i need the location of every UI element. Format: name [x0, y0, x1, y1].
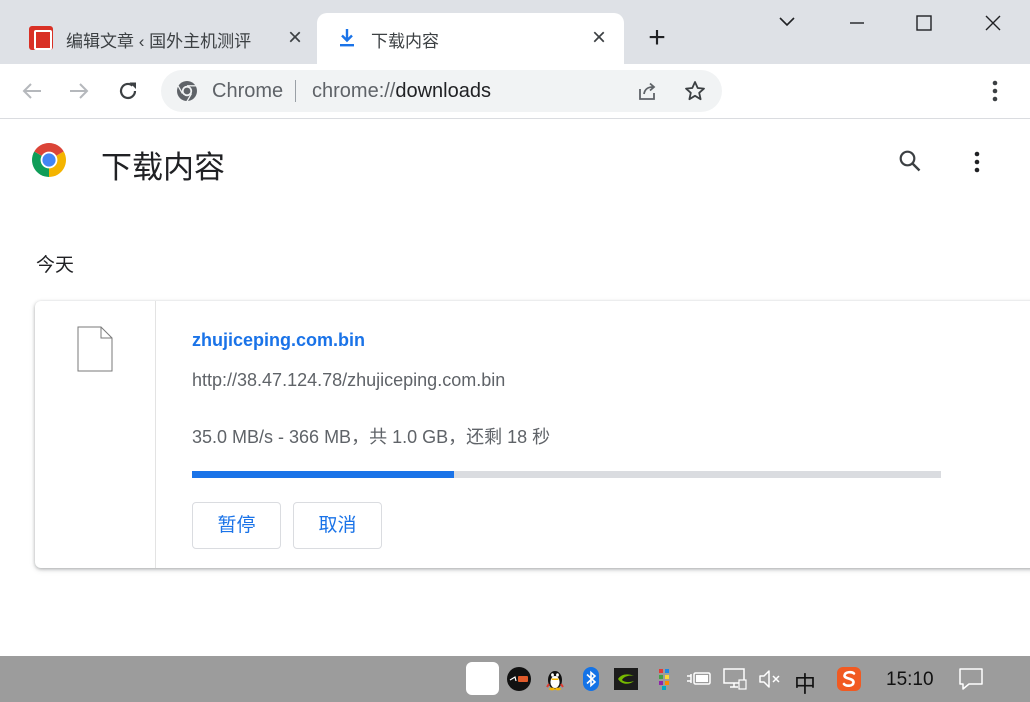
- tray-app-dark-icon[interactable]: [506, 666, 532, 692]
- nvidia-icon[interactable]: [613, 666, 639, 692]
- pause-button[interactable]: 暂停: [192, 502, 281, 549]
- bookmark-star-icon[interactable]: [683, 79, 707, 103]
- forward-arrow-icon[interactable]: [64, 76, 94, 106]
- download-status-text: 35.0 MB/s - 366 MB，共 1.0 GB，还剩 18 秒: [192, 427, 551, 447]
- url-scheme: chrome://: [312, 80, 396, 102]
- search-icon[interactable]: [897, 148, 923, 174]
- sogou-input-icon[interactable]: [836, 666, 862, 692]
- cancel-button[interactable]: 取消: [293, 502, 382, 549]
- bluetooth-icon[interactable]: [578, 666, 604, 692]
- taskbar: 中 15:10: [0, 656, 1030, 702]
- download-icon: [340, 29, 354, 47]
- page-title: 下载内容: [101, 150, 225, 185]
- date-section-heading: 今天: [36, 255, 75, 276]
- tab-downloads[interactable]: 下载内容 ×: [317, 13, 624, 64]
- tab-strip: 编辑文章 ‹ 国外主机测评 × 下载内容 × +: [0, 0, 1030, 64]
- address-bar[interactable]: Chrome chrome://downloads: [161, 70, 722, 112]
- tab-search-chevron-icon[interactable]: [764, 6, 810, 40]
- notification-center-icon[interactable]: [958, 666, 984, 692]
- file-icon: [77, 326, 113, 372]
- site-label: Chrome: [212, 80, 284, 102]
- url-host: downloads: [395, 80, 491, 102]
- chrome-logo-icon: [177, 81, 197, 102]
- download-progress-fill: [192, 471, 455, 478]
- tab-close-icon[interactable]: ×: [282, 25, 308, 51]
- clock[interactable]: 15:10: [886, 669, 934, 691]
- file-source-url[interactable]: http://38.47.124.78/zhujiceping.com.bin: [192, 370, 505, 391]
- card-divider: [155, 301, 156, 568]
- back-arrow-icon[interactable]: [17, 76, 47, 106]
- tab-edit-article[interactable]: 编辑文章 ‹ 国外主机测评 ×: [18, 13, 314, 64]
- minimize-icon[interactable]: [833, 6, 879, 40]
- share-icon[interactable]: [635, 79, 659, 103]
- omnibox-separator: [295, 80, 296, 102]
- file-name-link[interactable]: zhujiceping.com.bin: [192, 330, 365, 351]
- tab-title: 编辑文章 ‹ 国外主机测评: [66, 32, 252, 51]
- chrome-logo-icon: [32, 143, 66, 177]
- color-grid-icon[interactable]: [651, 666, 677, 692]
- site-favicon-icon: [29, 26, 53, 50]
- power-plug-icon[interactable]: [686, 666, 712, 692]
- download-item-card: zhujiceping.com.bin http://38.47.124.78/…: [35, 301, 1030, 568]
- qq-penguin-icon[interactable]: [542, 666, 568, 692]
- network-icon[interactable]: [722, 666, 748, 692]
- download-progress-bar: [192, 471, 941, 478]
- volume-muted-icon[interactable]: [757, 666, 783, 692]
- maximize-icon[interactable]: [901, 6, 947, 40]
- downloads-page: 下载内容 今天 zhujiceping.com.bin http://38.47…: [0, 120, 1030, 656]
- more-vert-icon[interactable]: [982, 77, 1008, 105]
- close-window-icon[interactable]: [970, 6, 1016, 40]
- new-tab-button[interactable]: +: [643, 23, 671, 53]
- browser-toolbar: Chrome chrome://downloads: [0, 64, 1030, 119]
- reload-icon[interactable]: [113, 76, 143, 106]
- tab-close-icon[interactable]: ×: [586, 25, 612, 51]
- url-text[interactable]: chrome://downloads: [312, 80, 491, 103]
- more-vert-icon[interactable]: [964, 148, 990, 176]
- tab-title: 下载内容: [371, 32, 439, 51]
- tray-app-icon[interactable]: [466, 662, 499, 695]
- input-method-indicator[interactable]: 中: [794, 667, 816, 699]
